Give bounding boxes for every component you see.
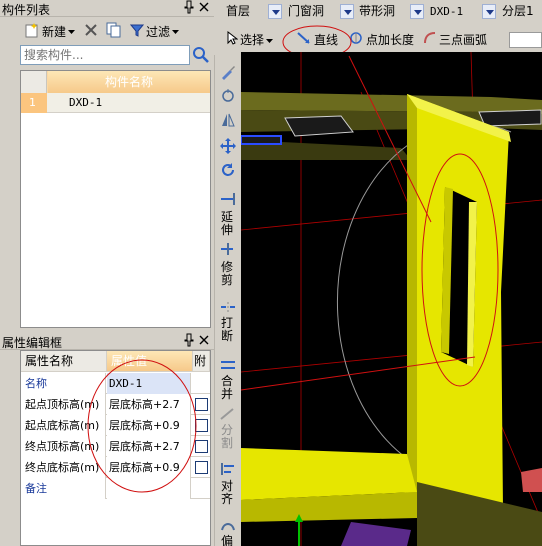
cursor-icon (226, 30, 239, 49)
component-table-header: 构件名称 (21, 71, 210, 93)
align-button[interactable]: 对齐 (221, 480, 235, 506)
component-dropdown-button[interactable] (482, 4, 496, 19)
rotate-icon[interactable] (219, 161, 237, 179)
component-list-title: 构件列表 (2, 3, 51, 17)
floor-select[interactable]: 首层 (226, 3, 250, 20)
copy-button[interactable] (106, 22, 122, 40)
chevron-down-icon (68, 24, 76, 38)
type-dropdown-button[interactable] (410, 4, 424, 19)
arc-icon (423, 31, 437, 49)
draw-toolbar: 选择 直线 点加长度 三点画弧 (222, 29, 542, 51)
model-canvas (241, 52, 542, 546)
row-number-header (21, 71, 47, 93)
row-number: 1 (21, 93, 47, 113)
category-select[interactable]: 门窗洞 (288, 3, 324, 20)
type-select-value: 带形洞 (359, 4, 396, 18)
close-icon[interactable] (199, 0, 209, 15)
category-dropdown-button[interactable] (340, 4, 354, 19)
filter-button-label: 过滤 (146, 24, 171, 39)
arc-label: 三点画弧 (439, 33, 488, 47)
extend-icon (219, 192, 237, 210)
point-length-label: 点加长度 (366, 33, 415, 47)
break-button[interactable]: 打断 (221, 317, 235, 343)
floor-dropdown-button[interactable] (268, 4, 282, 19)
draw-option-field[interactable] (509, 32, 542, 48)
copy-icon (106, 22, 122, 41)
annotation-ellipse (87, 359, 197, 493)
component-list-titlebar: 构件列表 (0, 0, 214, 17)
component-select-value: DXD-1 (430, 5, 464, 18)
pin-icon[interactable] (184, 333, 194, 350)
filter-icon (129, 23, 145, 40)
merge-button[interactable]: 合并 (221, 375, 235, 401)
table-row[interactable]: 1 DXD-1 (21, 93, 210, 113)
split-button[interactable]: 分割 (221, 424, 235, 450)
search-button[interactable] (191, 45, 211, 65)
close-icon[interactable] (199, 333, 209, 348)
move-icon[interactable] (219, 137, 237, 155)
property-editor-title: 属性编辑框 (2, 336, 63, 350)
search-icon (191, 47, 211, 68)
floor-select-value: 首层 (226, 4, 251, 18)
delete-button[interactable] (84, 22, 98, 40)
column-header-component-name[interactable]: 构件名称 (48, 71, 210, 93)
align-label: 对齐 (221, 479, 234, 506)
three-point-arc-button[interactable]: 三点画弧 (423, 32, 487, 48)
mirror-icon[interactable] (219, 111, 237, 129)
component-name-cell[interactable]: DXD-1 (69, 93, 102, 113)
extend-button[interactable]: 延伸 (221, 211, 235, 237)
vertical-edit-toolbar: 延伸 修剪 打断 合并 分割 对齐 偏 (214, 55, 240, 546)
component-table: 构件名称 1 DXD-1 (20, 70, 211, 328)
trim-button[interactable]: 修剪 (221, 261, 235, 287)
layer-select[interactable]: 分层1 (502, 3, 534, 20)
trim-label: 修剪 (221, 260, 234, 287)
offset-label: 偏 (221, 534, 234, 546)
pin-icon[interactable] (184, 0, 194, 17)
split-label: 分割 (221, 423, 234, 450)
brush-icon[interactable] (219, 63, 237, 81)
component-list-toolbar: 新建 过滤 (0, 19, 214, 43)
property-editor-titlebar: 属性编辑框 (0, 333, 214, 350)
merge-label: 合并 (221, 374, 234, 401)
rotate-copy-icon[interactable] (219, 87, 237, 105)
3d-viewport[interactable] (241, 52, 542, 546)
chevron-down-icon (172, 24, 180, 38)
delete-icon (84, 23, 98, 40)
filter-button[interactable]: 过滤 (129, 22, 180, 40)
type-select[interactable]: 带形洞 (359, 3, 395, 20)
component-select[interactable]: DXD-1 (430, 3, 463, 20)
layer-select-value: 分层1 (502, 4, 534, 18)
select-label: 选择 (240, 33, 265, 47)
align-icon (219, 462, 237, 480)
extend-label: 延伸 (221, 210, 234, 237)
point-length-button[interactable]: 点加长度 (348, 32, 414, 48)
new-button[interactable]: 新建 (24, 22, 76, 41)
new-component-icon (24, 22, 40, 41)
break-label: 打断 (221, 316, 234, 343)
chevron-down-icon (266, 32, 274, 48)
new-button-label: 新建 (42, 24, 67, 39)
select-button[interactable]: 选择 (226, 30, 274, 49)
offset-button[interactable]: 偏 (221, 535, 235, 546)
search-input[interactable] (20, 45, 190, 65)
category-select-value: 门窗洞 (288, 4, 325, 18)
trim-icon (219, 242, 237, 260)
